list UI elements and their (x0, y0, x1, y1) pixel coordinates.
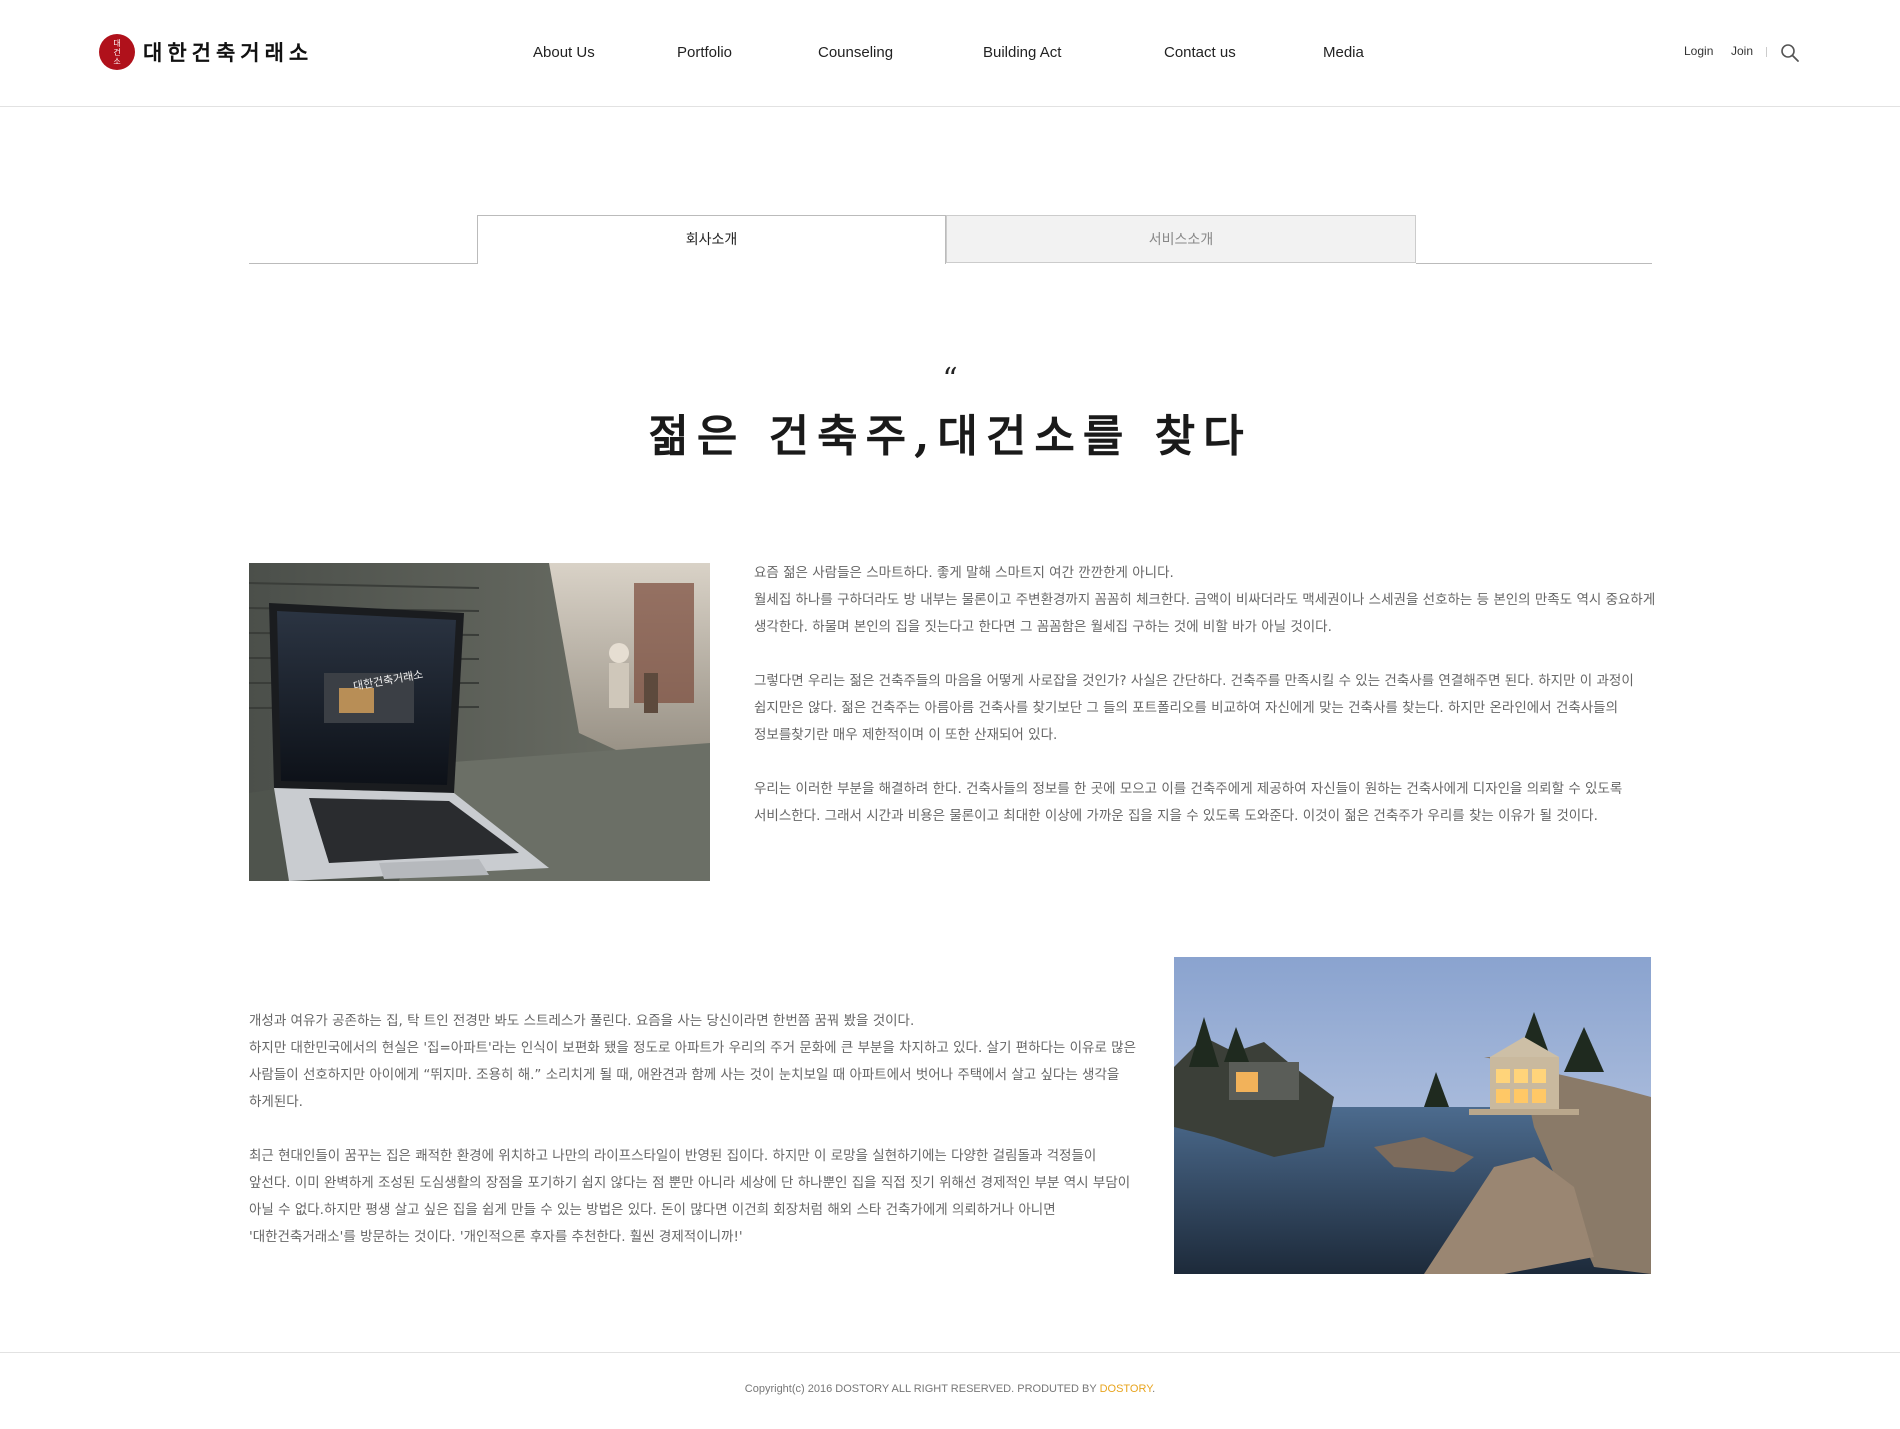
nav-counseling[interactable]: Counseling (818, 44, 893, 61)
util-divider (1766, 47, 1767, 57)
lake-house-photo (1174, 957, 1651, 1274)
intro-paragraph-5: 최근 현대인들이 꿈꾸는 집은 쾌적한 환경에 위치하고 나만의 라이프스타일이… (249, 1148, 1131, 1245)
main-nav: About Us Portfolio Counseling Building A… (0, 44, 1900, 64)
tab-underline-left (249, 263, 477, 264)
tab-company-intro[interactable]: 회사소개 (477, 215, 946, 264)
intro-paragraph-3: 우리는 이러한 부분을 해결하려 한다. 건축사들의 정보를 한 곳에 모으고 … (754, 781, 1623, 824)
login-link[interactable]: Login (1684, 44, 1713, 58)
search-icon[interactable] (1780, 43, 1800, 63)
intro-paragraph-4: 개성과 여유가 공존하는 집, 탁 트인 전경만 봐도 스트레스가 풀린다. 요… (249, 1013, 1137, 1110)
tab-service-intro[interactable]: 서비스소개 (946, 215, 1416, 263)
intro-text-block-1: 요즘 젊은 사람들은 스마트하다. 좋게 말해 스마트지 여간 깐깐한게 아니다… (754, 560, 1657, 830)
nav-media[interactable]: Media (1323, 44, 1364, 61)
site-footer: Copyright(c) 2016 DOSTORY ALL RIGHT RESE… (0, 1383, 1900, 1395)
nav-building-act[interactable]: Building Act (983, 44, 1061, 61)
site-header: 대 건 소 대한건축거래소 About Us Portfolio Counsel… (0, 0, 1900, 107)
footer-copyright: Copyright(c) 2016 DOSTORY ALL RIGHT RESE… (744, 1383, 1100, 1395)
nav-about-us[interactable]: About Us (533, 44, 595, 61)
footer-period: . (1152, 1383, 1156, 1395)
quote-mark: “ (942, 362, 958, 397)
join-link[interactable]: Join (1731, 44, 1753, 58)
footer-brand-link[interactable]: DOSTORY (1100, 1383, 1153, 1395)
page-headline: 젊은 건축주,대건소를 찾다 (648, 411, 1252, 462)
nav-contact-us[interactable]: Contact us (1164, 44, 1236, 61)
intro-paragraph-1: 요즘 젊은 사람들은 스마트하다. 좋게 말해 스마트지 여간 깐깐한게 아니다… (754, 565, 1656, 635)
intro-paragraph-2: 그렇다면 우리는 젊은 건축주들의 마음을 어떻게 사로잡을 것인가? 사실은 … (754, 673, 1634, 743)
nav-portfolio[interactable]: Portfolio (677, 44, 732, 61)
footer-divider (0, 1352, 1900, 1353)
laptop-photo: 대한건축거래소 (249, 563, 710, 881)
intro-text-block-2: 개성과 여유가 공존하는 집, 탁 트인 전경만 봐도 스트레스가 풀린다. 요… (249, 1008, 1137, 1251)
tab-underline-right (1416, 263, 1652, 264)
